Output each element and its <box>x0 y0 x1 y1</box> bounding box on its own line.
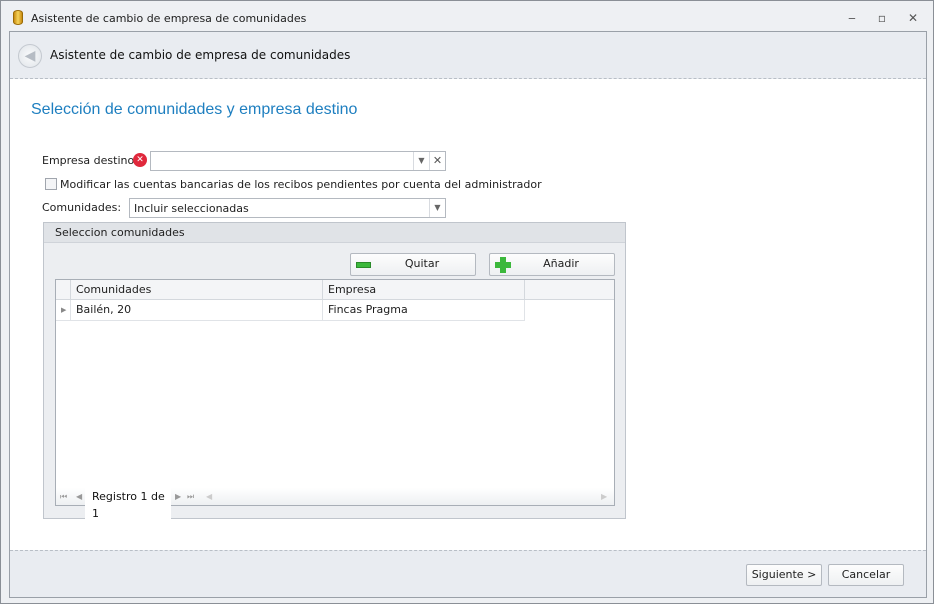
wizard-header: ◀ Asistente de cambio de empresa de comu… <box>10 32 926 79</box>
plus-icon <box>495 257 511 273</box>
error-icon: ✕ <box>133 153 147 167</box>
first-record-icon[interactable]: ⏮ <box>60 488 67 505</box>
database-icon <box>13 10 23 25</box>
wizard-footer: Siguiente > Cancelar <box>10 550 926 597</box>
cell-empresa[interactable]: Fincas Pragma <box>323 300 525 321</box>
comunidades-label: Comunidades: <box>42 201 122 214</box>
wizard-header-title: Asistente de cambio de empresa de comuni… <box>50 48 351 62</box>
close-button[interactable]: ✕ <box>903 9 923 27</box>
last-record-icon[interactable]: ⏭ <box>187 488 194 505</box>
remove-communities-button[interactable]: Quitar comunidades <box>350 253 476 290</box>
cancel-button[interactable]: Cancelar <box>828 564 904 586</box>
modify-accounts-label[interactable]: Modificar las cuentas bancarias de los r… <box>60 178 542 191</box>
back-arrow-icon[interactable]: ◀ <box>18 44 42 68</box>
empresa-destino-label: Empresa destino: <box>42 154 138 167</box>
add-communities-button[interactable]: Añadir comunidades <box>489 253 615 290</box>
minus-icon <box>356 262 371 268</box>
record-navigator: ⏮ ◀ Registro 1 de 1 ▶ ⏭ ◀ ▶ <box>56 488 614 522</box>
row-indicator-header <box>56 280 71 300</box>
empresa-destino-combobox[interactable]: ▼ ✕ <box>150 151 446 171</box>
scroll-right-icon[interactable]: ▶ <box>601 488 607 505</box>
record-count: Registro 1 de 1 <box>85 488 171 522</box>
wizard-window: Asistente de cambio de empresa de comuni… <box>0 0 934 604</box>
wizard-content: ◀ Asistente de cambio de empresa de comu… <box>9 31 927 598</box>
column-header-empty <box>525 280 614 300</box>
seleccion-comunidades-group: Seleccion comunidades Quitar comunidades… <box>43 222 626 522</box>
dropdown-arrow-icon[interactable]: ▼ <box>429 199 445 217</box>
page-title: Selección de comunidades y empresa desti… <box>31 101 358 118</box>
modify-accounts-checkbox[interactable] <box>45 178 57 190</box>
next-record-icon[interactable]: ▶ <box>175 488 181 505</box>
group-title: Seleccion comunidades <box>44 223 625 243</box>
cell-comunidad[interactable]: Bailén, 20 <box>71 300 323 321</box>
comunidades-value: Incluir seleccionadas <box>134 202 249 215</box>
prev-record-icon[interactable]: ◀ <box>76 488 82 505</box>
restore-button[interactable]: ▫ <box>872 9 892 27</box>
scroll-left-icon[interactable]: ◀ <box>206 488 212 505</box>
communities-grid: Comunidades Empresa ▶ Bailén, 20 Fincas … <box>55 279 615 522</box>
window-title: Asistente de cambio de empresa de comuni… <box>31 12 307 25</box>
clear-icon[interactable]: ✕ <box>429 152 445 170</box>
row-indicator-icon[interactable]: ▶ <box>56 300 71 321</box>
minimize-button[interactable]: ‒ <box>842 9 862 27</box>
comunidades-combobox[interactable]: Incluir seleccionadas ▼ <box>129 198 446 218</box>
dropdown-arrow-icon[interactable]: ▼ <box>413 152 429 170</box>
next-button[interactable]: Siguiente > <box>746 564 822 586</box>
column-header-comunidades[interactable]: Comunidades <box>71 280 323 300</box>
title-bar: Asistente de cambio de empresa de comuni… <box>1 1 933 35</box>
column-header-empresa[interactable]: Empresa <box>323 280 525 300</box>
